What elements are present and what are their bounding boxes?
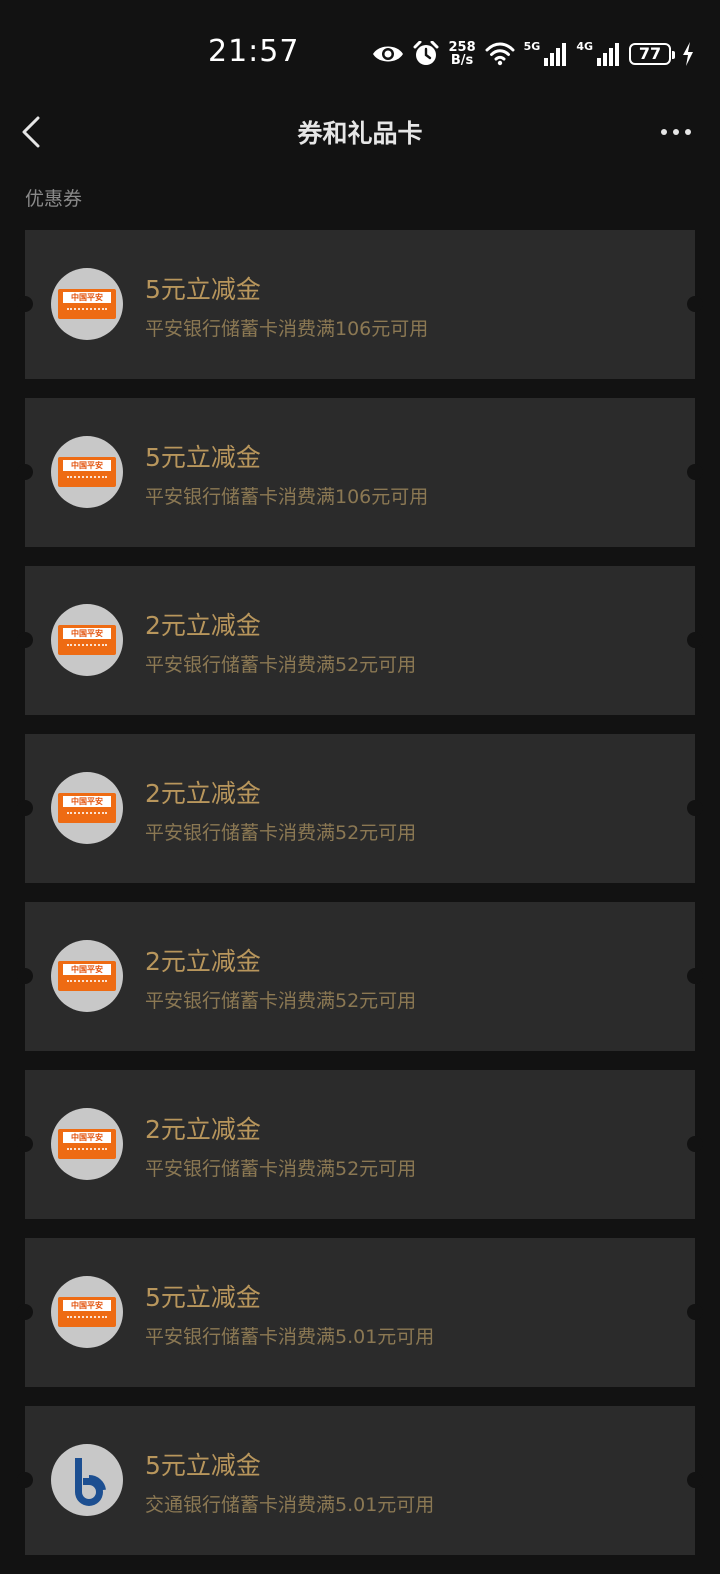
- coupon-list: 中国平安 5元立减金 平安银行储蓄卡消费满106元可用 中国平安 5元立减金 平…: [17, 230, 703, 1574]
- pingan-logo-icon: 中国平安: [58, 289, 116, 319]
- coupon-title: 5元立减金: [145, 1283, 261, 1312]
- coupon-card-8[interactable]: 5元立减金 交通银行储蓄卡消费满5.01元可用: [17, 1406, 703, 1555]
- coupon-notch: [17, 1472, 33, 1488]
- coupon-description: 平安银行储蓄卡消费满52元可用: [145, 822, 417, 844]
- coupon-title: 2元立减金: [145, 1115, 261, 1144]
- coupon-notch: [687, 464, 703, 480]
- coupon-notch: [687, 1304, 703, 1320]
- pingan-bank-logo: 中国平安: [51, 1276, 123, 1348]
- coupon-notch: [687, 968, 703, 984]
- pingan-logo-icon: 中国平安: [58, 1297, 116, 1327]
- coupon-title: 2元立减金: [145, 779, 261, 808]
- coupon-description: 平安银行储蓄卡消费满52元可用: [145, 990, 417, 1012]
- eye-icon: [373, 46, 404, 62]
- pingan-bank-logo: 中国平安: [51, 772, 123, 844]
- coupon-notch: [17, 632, 33, 648]
- pingan-bank-logo: 中国平安: [51, 268, 123, 340]
- coupon-title: 5元立减金: [145, 275, 261, 304]
- coupon-description: 平安银行储蓄卡消费满106元可用: [145, 318, 429, 340]
- bocom-logo-icon: [75, 1458, 106, 1506]
- coupon-description: 平安银行储蓄卡消费满52元可用: [145, 1158, 417, 1180]
- coupon-notch: [17, 800, 33, 816]
- coupon-description: 平安银行储蓄卡消费满5.01元可用: [145, 1326, 435, 1348]
- pingan-bank-logo: 中国平安: [51, 1108, 123, 1180]
- coupon-card-6[interactable]: 中国平安 2元立减金 平安银行储蓄卡消费满52元可用: [17, 1070, 703, 1219]
- pingan-logo-icon: 中国平安: [58, 961, 116, 991]
- pingan-logo-icon: 中国平安: [58, 1129, 116, 1159]
- pingan-bank-logo: 中国平安: [51, 940, 123, 1012]
- coupon-notch: [17, 464, 33, 480]
- pingan-logo-text: 中国平安: [63, 1300, 111, 1311]
- coupon-card-3[interactable]: 中国平安 2元立减金 平安银行储蓄卡消费满52元可用: [17, 566, 703, 715]
- top-app-bar: 券和礼品卡: [0, 100, 720, 166]
- coupon-notch: [687, 1136, 703, 1152]
- coupon-description: 平安银行储蓄卡消费满106元可用: [145, 486, 429, 508]
- coupon-notch: [687, 800, 703, 816]
- pingan-bank-logo: 中国平安: [51, 604, 123, 676]
- network-speed: 258 B/s: [448, 40, 476, 68]
- pingan-logo-text: 中国平安: [63, 292, 111, 303]
- coupon-card-2[interactable]: 中国平安 5元立减金 平安银行储蓄卡消费满106元可用: [17, 398, 703, 547]
- status-time: 21:57: [208, 34, 300, 69]
- pingan-logo-icon: 中国平安: [58, 793, 116, 823]
- battery-level: 77: [638, 44, 662, 63]
- wifi-icon: [485, 42, 515, 66]
- coupon-title: 2元立减金: [145, 611, 261, 640]
- pingan-logo-text: 中国平安: [63, 796, 111, 807]
- coupon-notch: [17, 968, 33, 984]
- status-icons: 258 B/s 5G 4G 77: [372, 38, 694, 70]
- more-options-icon[interactable]: [660, 122, 692, 142]
- signal-5g-label: 5G: [523, 40, 541, 53]
- section-label-coupons: 优惠券: [25, 188, 83, 210]
- coupon-card-7[interactable]: 中国平安 5元立减金 平安银行储蓄卡消费满5.01元可用: [17, 1238, 703, 1387]
- pingan-bank-logo: 中国平安: [51, 436, 123, 508]
- signal-icon: [597, 43, 619, 66]
- coupon-notch: [17, 1136, 33, 1152]
- coupon-card-4[interactable]: 中国平安 2元立减金 平安银行储蓄卡消费满52元可用: [17, 734, 703, 883]
- coupon-notch: [687, 296, 703, 312]
- coupon-card-1[interactable]: 中国平安 5元立减金 平安银行储蓄卡消费满106元可用: [17, 230, 703, 379]
- pingan-logo-icon: 中国平安: [58, 625, 116, 655]
- page-title: 券和礼品卡: [297, 119, 423, 148]
- coupon-card-5[interactable]: 中国平安 2元立减金 平安银行储蓄卡消费满52元可用: [17, 902, 703, 1051]
- pingan-logo-text: 中国平安: [63, 628, 111, 639]
- status-bar: 21:57 258 B/s 5G 4G 77: [0, 0, 720, 100]
- pingan-logo-icon: 中国平安: [58, 457, 116, 487]
- coupon-notch: [17, 296, 33, 312]
- alarm-icon: [413, 41, 439, 65]
- coupon-description: 交通银行储蓄卡消费满5.01元可用: [145, 1494, 435, 1516]
- signal-4g-label: 4G: [576, 40, 593, 53]
- pingan-logo-text: 中国平安: [63, 460, 111, 471]
- pingan-logo-text: 中国平安: [63, 964, 111, 975]
- coupon-notch: [687, 632, 703, 648]
- coupon-notch: [17, 1304, 33, 1320]
- coupon-title: 2元立减金: [145, 947, 261, 976]
- battery-icon: 77: [629, 43, 675, 65]
- coupon-title: 5元立减金: [145, 1451, 261, 1480]
- coupon-notch: [687, 1472, 703, 1488]
- coupon-title: 5元立减金: [145, 443, 261, 472]
- charging-bolt-icon: [683, 42, 693, 66]
- signal-icon: [544, 43, 567, 66]
- coupon-description: 平安银行储蓄卡消费满52元可用: [145, 654, 417, 676]
- pingan-logo-text: 中国平安: [63, 1132, 111, 1143]
- bocom-bank-logo: [51, 1444, 123, 1516]
